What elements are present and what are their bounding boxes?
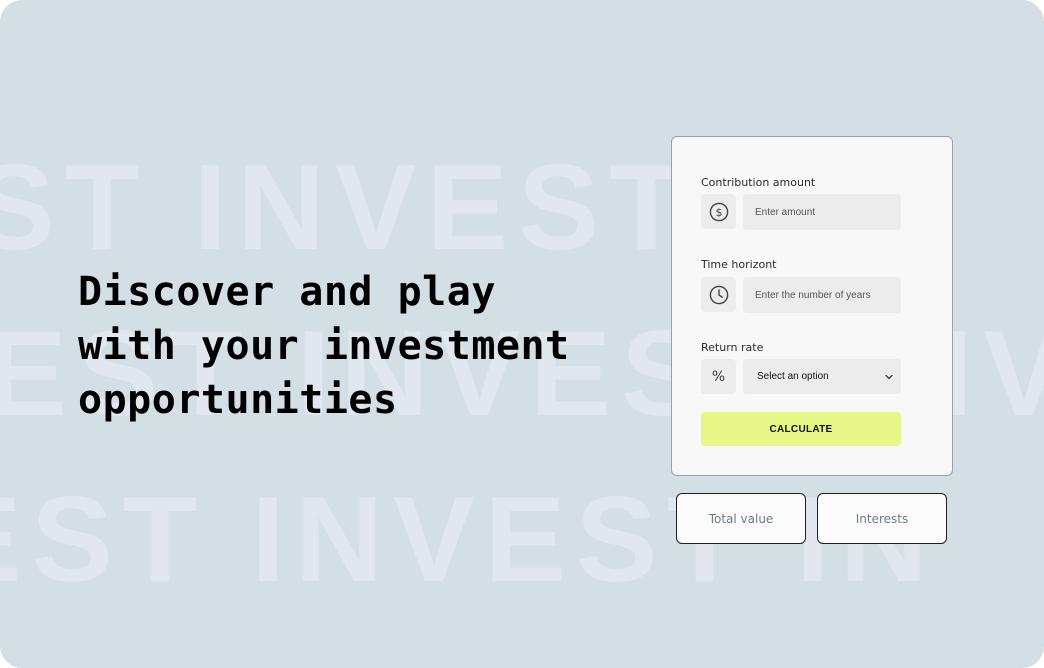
chevron-down-icon [885, 374, 893, 379]
return-rate-select[interactable]: Select an option [743, 359, 901, 394]
app-canvas: EST INVEST IN VEST INVEST INV EST INVEST… [0, 0, 1044, 668]
svg-text:$: $ [715, 206, 722, 219]
total-value-box[interactable]: Total value [676, 493, 806, 544]
contribution-amount-label: Contribution amount [701, 176, 816, 189]
return-rate-label: Return rate [701, 341, 764, 354]
calculate-button[interactable]: CALCULATE [701, 412, 901, 446]
time-horizon-input[interactable] [743, 277, 901, 313]
investment-calculator-card: Contribution amount $ Time horizont Retu… [671, 136, 953, 476]
dollar-circle-icon: $ [701, 194, 736, 229]
headline-line: Discover and play [78, 269, 496, 315]
percent-glyph: % [711, 368, 726, 385]
time-horizon-label: Time horizont [701, 258, 777, 271]
interests-box[interactable]: Interests [817, 493, 947, 544]
headline-line: opportunities [78, 377, 398, 423]
return-rate-selected-value: Select an option [757, 371, 829, 382]
contribution-amount-input[interactable] [743, 194, 901, 230]
percent-icon: % [701, 359, 736, 394]
hero-headline: Discover and play with your investment o… [78, 265, 638, 427]
clock-icon [701, 277, 736, 312]
headline-line: with your investment [78, 323, 570, 369]
